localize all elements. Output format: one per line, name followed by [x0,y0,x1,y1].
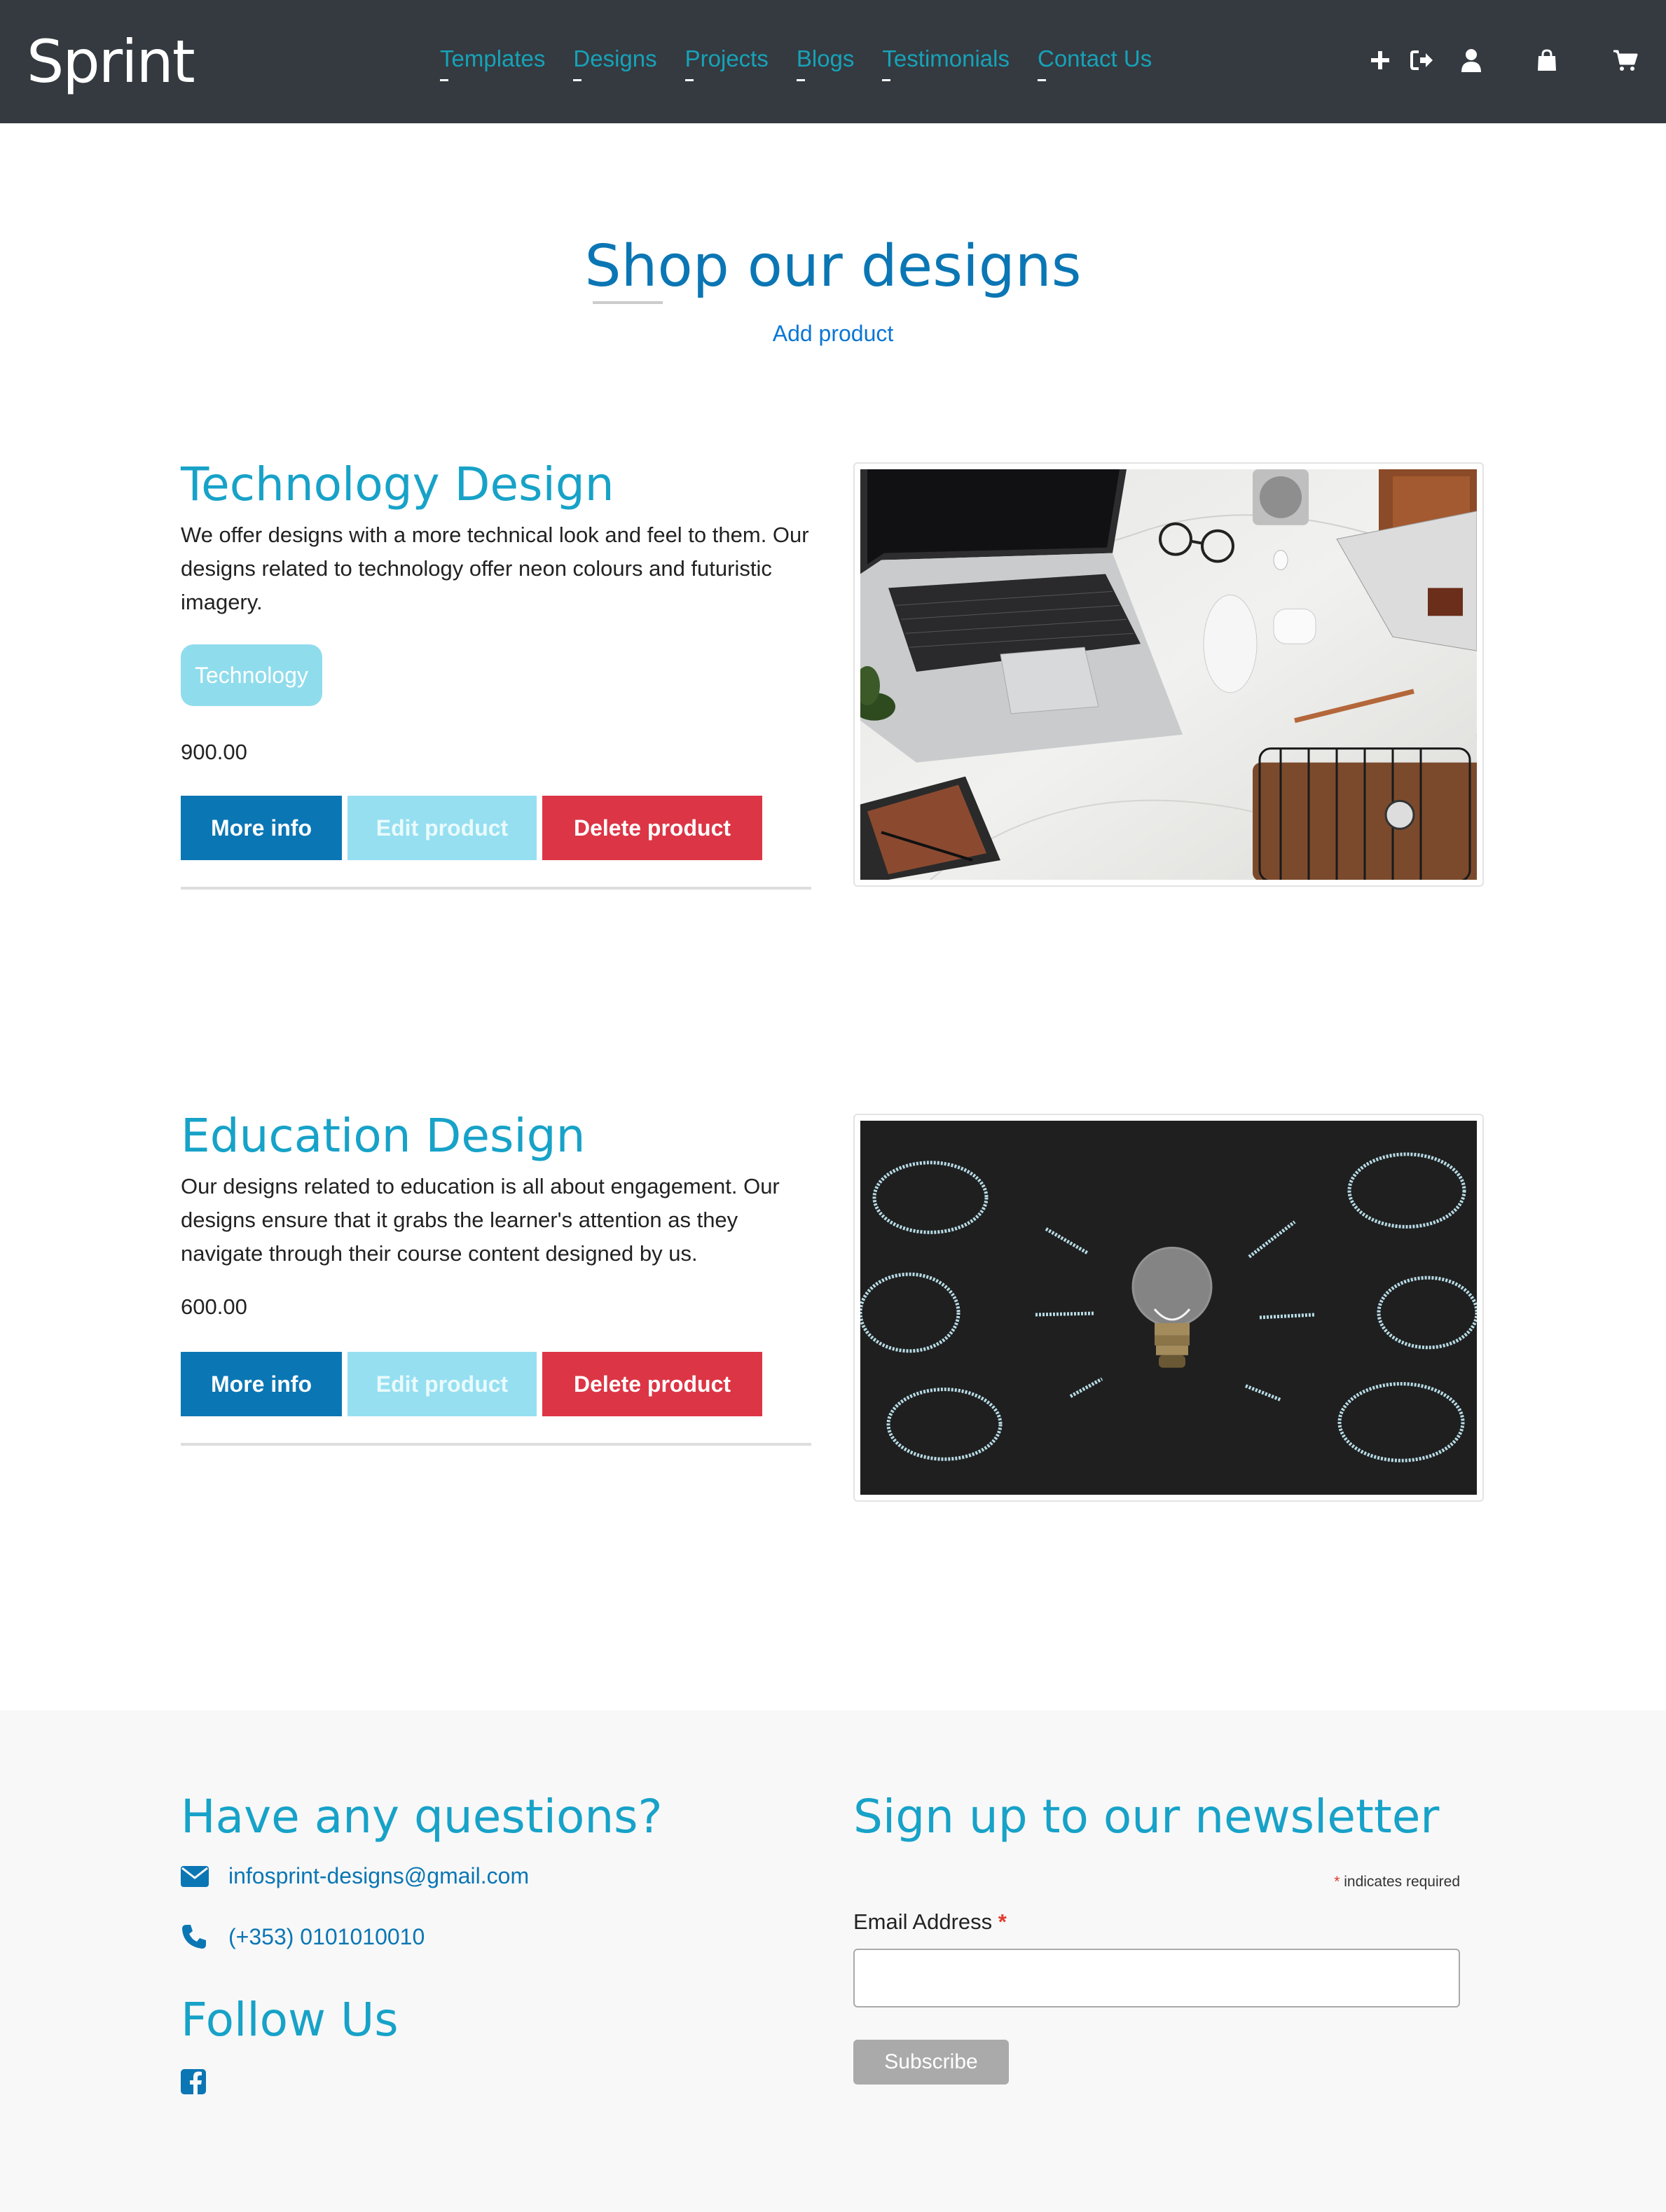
product-card: Education Design Our designs related to … [181,1107,1484,1502]
product-image [853,462,1484,887]
email-label-text: Email Address [853,1909,993,1934]
required-note-text: indicates required [1344,1874,1460,1890]
delete-product-button[interactable]: Delete product [542,796,762,860]
more-info-button[interactable]: More info [181,796,342,860]
title-underline [593,301,663,304]
lightbulb-chalkboard-photo [860,1121,1477,1495]
newsletter-heading: Sign up to our newsletter [853,1790,1440,1844]
email-field[interactable] [853,1949,1460,2007]
add-product-link[interactable]: Add product [0,318,1666,349]
contact-email: infosprint-designs@gmail.com [181,1863,529,1889]
facebook-icon[interactable] [181,2069,206,2094]
nav-link-testimonials[interactable]: Testimonials [882,42,1010,81]
follow-us-heading: Follow Us [181,1993,399,2047]
footer: Have any questions? infosprint-designs@g… [0,1710,1666,2212]
phone-icon [181,1923,210,1950]
category-tag[interactable]: Technology [181,644,322,706]
subscribe-button[interactable]: Subscribe [853,2040,1009,2085]
required-note: * indicates required [1191,1874,1460,1890]
contact-phone: (+353) 0101010010 [181,1923,425,1950]
email-label: Email Address * [853,1909,1007,1935]
envelope-icon [181,1865,210,1887]
brand-logo[interactable]: Sprint [27,28,195,95]
contact-email-link[interactable]: infosprint-designs@gmail.com [228,1863,529,1889]
nav-link-designs[interactable]: Designs [573,42,657,81]
contact-phone-link[interactable]: (+353) 0101010010 [228,1924,425,1950]
required-star: * [998,1909,1007,1934]
nav-link-templates[interactable]: Templates [440,42,545,81]
product-card: Technology Design We offer designs with … [181,455,1484,890]
nav-link-contact-us[interactable]: Contact Us [1038,42,1152,81]
more-info-button[interactable]: More info [181,1352,342,1416]
nav-link-blogs[interactable]: Blogs [796,42,854,81]
product-divider [181,887,811,890]
product-divider [181,1443,811,1446]
shopping-bag-icon[interactable] [1533,43,1561,77]
nav-links: Templates Designs Projects Blogs Testimo… [440,42,1180,81]
product-description: We offer designs with a more technical l… [181,523,809,614]
delete-product-button[interactable]: Delete product [542,1352,762,1416]
laptop-desk-photo [860,469,1477,880]
product-image [853,1114,1484,1502]
nav-link-projects[interactable]: Projects [684,42,769,81]
questions-heading: Have any questions? [181,1790,663,1844]
plus-icon[interactable] [1366,43,1394,77]
required-star: * [1334,1874,1340,1890]
sign-out-icon[interactable] [1408,43,1436,77]
shopping-cart-icon[interactable] [1611,43,1639,77]
page-title: Shop our designs [584,233,1082,300]
user-icon[interactable] [1457,43,1485,77]
product-description: Our designs related to education is all … [181,1174,780,1266]
edit-product-button[interactable]: Edit product [347,1352,537,1416]
top-navbar: Sprint Templates Designs Projects Blogs … [0,0,1666,123]
edit-product-button[interactable]: Edit product [347,796,537,860]
